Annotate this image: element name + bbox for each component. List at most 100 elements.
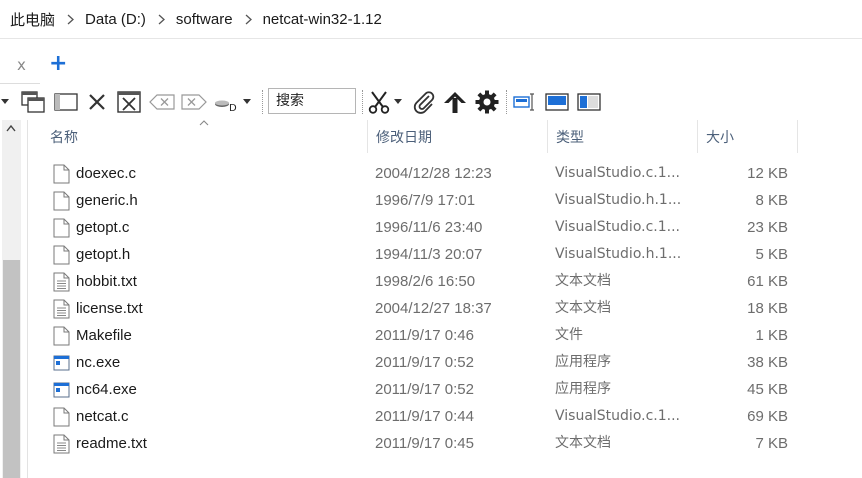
- close-window-icon[interactable]: [116, 87, 142, 117]
- table-row[interactable]: nc.exe 2011/9/17 0:52 应用程序 38 KB: [43, 349, 833, 376]
- c-file-icon: [53, 407, 70, 427]
- dropdown-arrow-icon[interactable]: [0, 87, 10, 117]
- table-row[interactable]: generic.h 1996/7/9 17:01 VisualStudio.h.…: [43, 187, 833, 214]
- search-input[interactable]: [268, 88, 356, 114]
- preview-pane-icon[interactable]: [544, 87, 570, 117]
- table-row[interactable]: netcat.c 2011/9/17 0:44 VisualStudio.c.1…: [43, 403, 833, 430]
- breadcrumb-item-drive[interactable]: Data (D:): [85, 11, 146, 28]
- table-row[interactable]: Makefile 2011/9/17 0:46 文件 1 KB: [43, 322, 833, 349]
- navigation-pane-edge: [0, 120, 28, 478]
- breadcrumb-item-software[interactable]: software: [176, 11, 233, 28]
- text-file-icon: [53, 272, 70, 292]
- file-size: 61 KB: [747, 273, 788, 290]
- table-row[interactable]: doexec.c 2004/12/28 12:23 VisualStudio.c…: [43, 160, 833, 187]
- h-file-icon: [53, 191, 70, 211]
- drive-letter: D: [229, 103, 237, 113]
- scissors-icon[interactable]: [367, 87, 391, 117]
- file-size: 23 KB: [747, 219, 788, 236]
- paperclip-icon[interactable]: [411, 87, 437, 117]
- file-size: 5 KB: [755, 246, 788, 263]
- file-name: doexec.c: [76, 165, 137, 182]
- file-name: getopt.c: [76, 219, 130, 236]
- chevron-right-icon[interactable]: [158, 14, 165, 25]
- column-header-name[interactable]: 名称: [42, 120, 367, 153]
- breadcrumb: 此电脑 Data (D:) software netcat-win32-1.12: [0, 0, 862, 39]
- file-type: 文本文档: [555, 435, 611, 451]
- table-row[interactable]: getopt.c 1996/11/6 23:40 VisualStudio.c.…: [43, 214, 833, 241]
- file-size: 1 KB: [755, 327, 788, 344]
- nav-scrollbar[interactable]: [2, 120, 21, 478]
- dropdown-arrow-icon[interactable]: [241, 87, 253, 117]
- dropdown-arrow-icon[interactable]: [392, 87, 404, 117]
- file-type: VisualStudio.h.1...: [555, 246, 682, 262]
- scroll-up-icon[interactable]: [6, 124, 16, 135]
- table-row[interactable]: getopt.h 1994/11/3 20:07 VisualStudio.h.…: [43, 241, 833, 268]
- file-name: Makefile: [76, 327, 132, 344]
- file-type: 应用程序: [555, 381, 611, 397]
- column-header-type[interactable]: 类型: [548, 120, 697, 153]
- column-header-size[interactable]: 大小: [698, 120, 797, 153]
- add-tab-button[interactable]: +: [49, 53, 67, 75]
- file-date: 1996/11/6 23:40: [375, 219, 483, 236]
- close-tab-button[interactable]: x: [17, 56, 26, 74]
- file-type: 应用程序: [555, 354, 611, 370]
- file-name: hobbit.txt: [76, 273, 137, 290]
- file-date: 2011/9/17 0:52: [375, 381, 474, 398]
- table-row[interactable]: license.txt 2004/12/27 18:37 文本文档 18 KB: [43, 295, 833, 322]
- file-date: 1996/7/9 17:01: [375, 192, 476, 209]
- h-file-icon: [53, 245, 70, 265]
- table-row[interactable]: nc64.exe 2011/9/17 0:52 应用程序 45 KB: [43, 376, 833, 403]
- up-arrow-icon[interactable]: [442, 87, 468, 117]
- toolbar-separator: [362, 90, 363, 114]
- window-icon[interactable]: [53, 87, 79, 117]
- tab-divider: [0, 83, 40, 84]
- layout-toggle-icon[interactable]: [512, 87, 538, 117]
- toolbar-separator: [506, 90, 507, 114]
- file-list: 名称 修改日期 类型 大小 doexec.c 2004/12/28 12:23 …: [28, 120, 862, 478]
- file-date: 2011/9/17 0:52: [375, 354, 474, 371]
- file-date: 2011/9/17 0:46: [375, 327, 474, 344]
- file-size: 8 KB: [755, 192, 788, 209]
- backspace-icon[interactable]: [148, 87, 176, 117]
- table-row[interactable]: readme.txt 2011/9/17 0:45 文本文档 7 KB: [43, 430, 833, 457]
- file-date: 2004/12/27 18:37: [375, 300, 492, 317]
- file-type: 文本文档: [555, 273, 611, 289]
- file-size: 7 KB: [755, 435, 788, 452]
- column-divider[interactable]: [797, 120, 798, 153]
- file-date: 2004/12/28 12:23: [375, 165, 492, 182]
- text-file-icon: [53, 434, 70, 454]
- file-type: VisualStudio.c.1...: [555, 165, 680, 181]
- file-size: 12 KB: [747, 165, 788, 182]
- file-name: nc64.exe: [76, 381, 137, 398]
- file-name: nc.exe: [76, 354, 121, 371]
- toolbar-separator: [262, 90, 263, 114]
- copy-window-icon[interactable]: [20, 87, 46, 117]
- file-name: netcat.c: [76, 408, 129, 425]
- file-name: generic.h: [76, 192, 138, 209]
- file-type: 文本文档: [555, 300, 611, 316]
- file-type: VisualStudio.c.1...: [555, 219, 680, 235]
- file-date: 1994/11/3 20:07: [375, 246, 483, 263]
- close-icon[interactable]: [86, 87, 108, 117]
- column-header-date[interactable]: 修改日期: [368, 120, 547, 153]
- file-date: 1998/2/6 16:50: [375, 273, 476, 290]
- scrollbar-thumb[interactable]: [3, 260, 20, 478]
- c-file-icon: [53, 218, 70, 238]
- file-type: VisualStudio.h.1...: [555, 192, 682, 208]
- file-type: 文件: [555, 327, 583, 343]
- breadcrumb-item-this-pc[interactable]: 此电脑: [10, 9, 55, 30]
- table-row[interactable]: hobbit.txt 1998/2/6 16:50 文本文档 61 KB: [43, 268, 833, 295]
- chevron-right-icon[interactable]: [67, 14, 74, 25]
- file-size: 38 KB: [747, 354, 788, 371]
- c-file-icon: [53, 164, 70, 184]
- delete-icon[interactable]: [180, 87, 208, 117]
- details-pane-icon[interactable]: [576, 87, 602, 117]
- toolbar: D: [0, 85, 862, 119]
- blank-file-icon: [53, 326, 70, 346]
- gear-icon[interactable]: [474, 87, 500, 117]
- text-file-icon: [53, 299, 70, 319]
- breadcrumb-item-current-folder[interactable]: netcat-win32-1.12: [263, 11, 382, 28]
- chevron-right-icon[interactable]: [245, 14, 252, 25]
- drive-icon[interactable]: D: [212, 87, 240, 117]
- file-type: VisualStudio.c.1...: [555, 408, 680, 424]
